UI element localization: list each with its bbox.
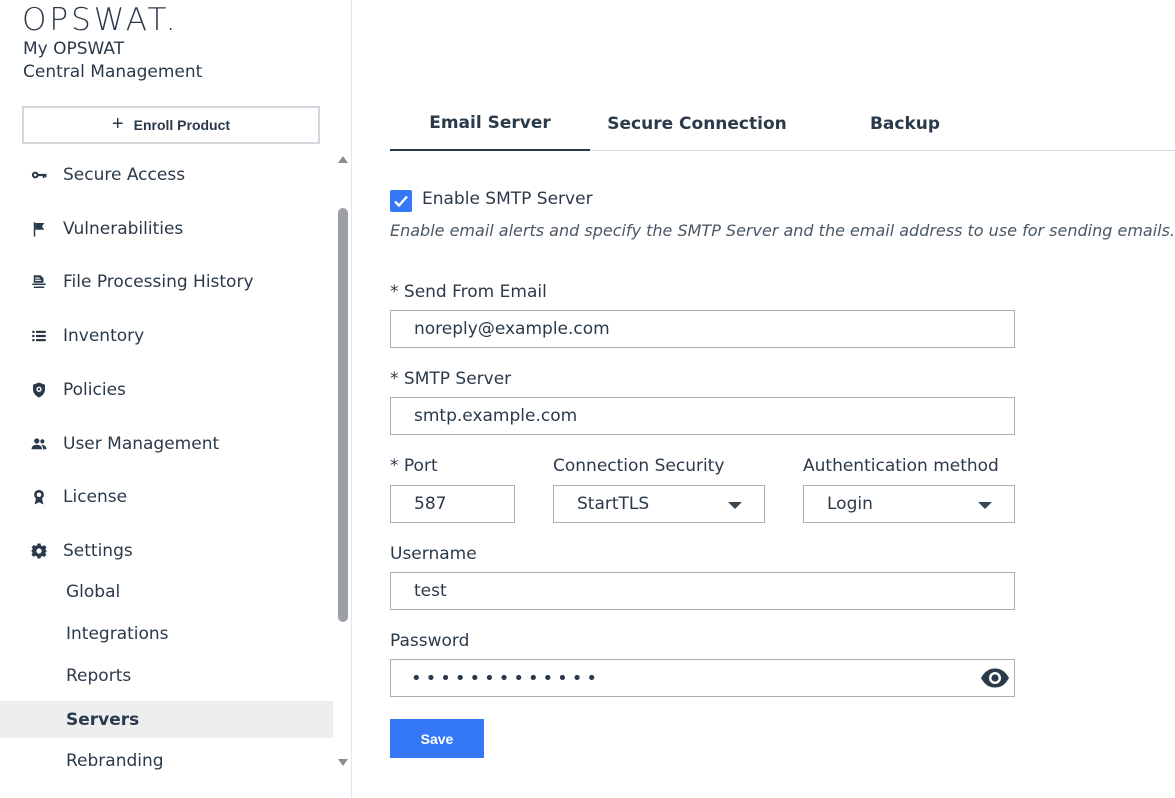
checkmark-icon (394, 195, 408, 208)
sidebar-item-file-processing-history[interactable]: File Processing History (0, 262, 333, 302)
smtp-server-label: * SMTP Server (390, 369, 512, 389)
smtp-description: Enable email alerts and specify the SMTP… (390, 221, 1175, 240)
sidebar-item-user-management[interactable]: User Management (0, 424, 333, 464)
authentication-method-label: Authentication method (803, 456, 999, 476)
scroll-up-arrow-icon[interactable] (337, 153, 349, 165)
opswat-logo: OPSWAT. (22, 2, 179, 38)
connection-security-label: Connection Security (553, 456, 725, 476)
sidebar-subitem-reports[interactable]: Reports (0, 657, 333, 694)
send-from-email-label: * Send From Email (390, 282, 547, 302)
save-button[interactable]: Save (390, 719, 484, 758)
port-input[interactable] (390, 485, 515, 523)
product-name: My OPSWAT Central Management (23, 38, 202, 84)
tab-secure-connection[interactable]: Secure Connection (597, 96, 797, 151)
users-icon (29, 434, 49, 454)
enable-smtp-checkbox[interactable] (390, 190, 412, 212)
list-icon (29, 326, 49, 346)
product-name-line2: Central Management (23, 62, 203, 82)
tab-email-server[interactable]: Email Server (390, 96, 590, 151)
connection-security-value: StartTLS (577, 494, 650, 514)
sidebar-subitem-integrations[interactable]: Integrations (0, 615, 333, 652)
sidebar-subitem-rebranding[interactable]: Rebranding (0, 742, 333, 779)
key-icon (29, 165, 49, 185)
sidebar-item-label: Secure Access (63, 165, 186, 185)
send-from-email-input[interactable] (390, 310, 1015, 348)
password-input[interactable]: ••••••••••••• (390, 659, 1015, 697)
sidebar-item-label: Vulnerabilities (63, 219, 184, 239)
tab-backup[interactable]: Backup (805, 96, 1005, 151)
sidebar-item-vulnerabilities[interactable]: Vulnerabilities (0, 209, 333, 249)
sidebar-item-label: User Management (63, 434, 220, 454)
password-label: Password (390, 631, 470, 651)
sidebar-scrollbar-thumb[interactable] (338, 208, 348, 622)
eye-icon[interactable] (980, 666, 1010, 690)
file-history-icon (29, 272, 49, 292)
enroll-product-button[interactable]: + Enroll Product (22, 106, 320, 144)
sidebar-item-secure-access[interactable]: Secure Access (0, 155, 333, 195)
flag-icon (29, 219, 49, 239)
sidebar-item-settings[interactable]: Settings (0, 531, 333, 571)
smtp-server-input[interactable] (390, 397, 1015, 435)
sidebar-subitem-servers[interactable]: Servers (0, 701, 333, 738)
sidebar-item-inventory[interactable]: Inventory (0, 316, 333, 356)
plus-icon: + (111, 112, 124, 135)
sidebar-item-policies[interactable]: Policies (0, 370, 333, 410)
username-label: Username (390, 544, 477, 564)
sidebar-subitem-global[interactable]: Global (0, 573, 333, 610)
shield-icon (29, 380, 49, 400)
chevron-down-icon (728, 502, 742, 509)
connection-security-select[interactable]: StartTLS (553, 485, 765, 523)
port-label: * Port (390, 456, 438, 476)
sidebar-item-license[interactable]: License (0, 477, 333, 517)
sidebar-item-label: License (63, 487, 128, 507)
badge-icon (29, 487, 49, 507)
authentication-method-value: Login (827, 494, 873, 514)
sidebar-item-label: Policies (63, 380, 126, 400)
scroll-down-arrow-icon[interactable] (337, 757, 349, 769)
sidebar-item-label: File Processing History (63, 272, 254, 292)
sidebar-item-label: Settings (63, 541, 133, 561)
sidebar-item-label: Inventory (63, 326, 145, 346)
enable-smtp-label: Enable SMTP Server (422, 189, 593, 209)
sidebar: OPSWAT. My OPSWAT Central Management + E… (0, 0, 352, 798)
chevron-down-icon (978, 502, 992, 509)
product-name-line1: My OPSWAT (23, 39, 125, 59)
settings-tabs: Email Server Secure Connection Backup (390, 96, 1175, 151)
authentication-method-select[interactable]: Login (803, 485, 1015, 523)
username-input[interactable] (390, 572, 1015, 610)
gear-icon (29, 541, 49, 561)
enroll-product-label: Enroll Product (133, 117, 231, 133)
